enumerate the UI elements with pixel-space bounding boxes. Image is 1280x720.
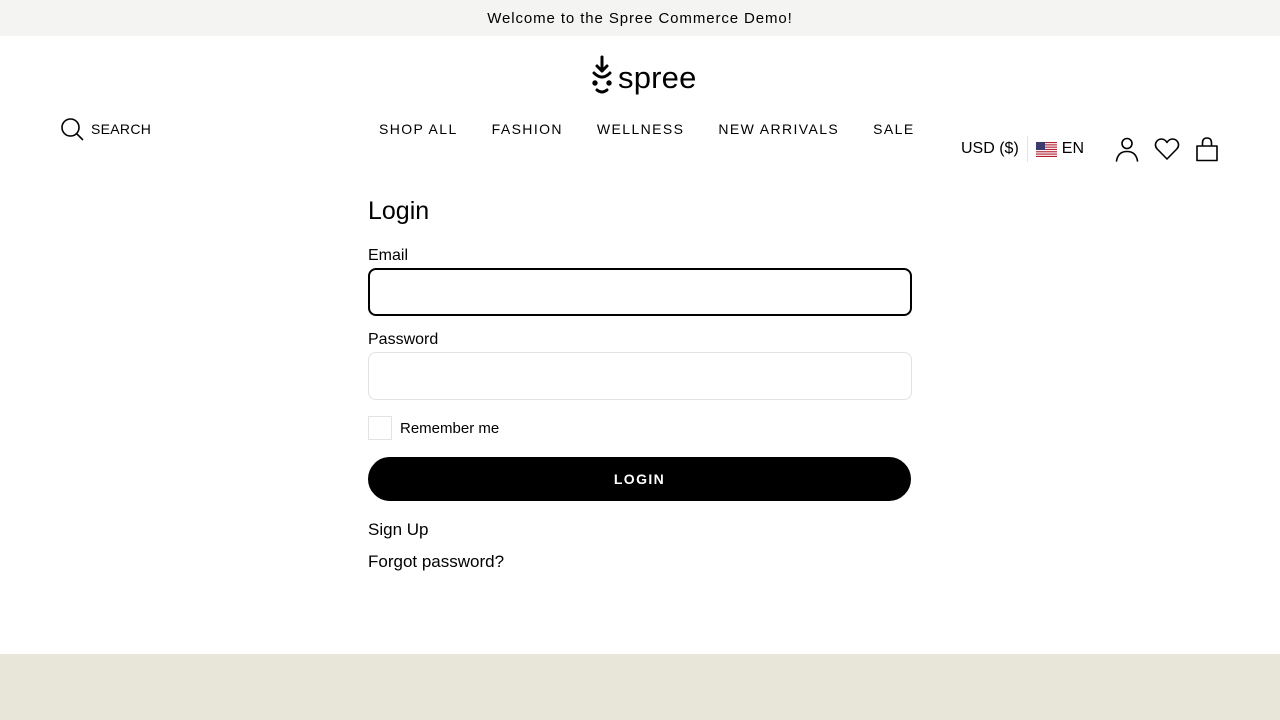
announcement-bar: Welcome to the Spree Commerce Demo! [0, 0, 1280, 36]
nav-item-shop-all[interactable]: SHOP ALL [379, 121, 458, 137]
login-form: Login Email Password Remember me LOGIN S… [368, 196, 912, 572]
account-icon [1115, 137, 1139, 162]
announcement-text: Welcome to the Spree Commerce Demo! [487, 9, 793, 27]
site-logo[interactable]: spree [590, 55, 697, 95]
email-field[interactable] [368, 268, 912, 316]
password-field[interactable] [368, 352, 912, 400]
login-button[interactable]: LOGIN [368, 457, 911, 501]
nav-item-wellness[interactable]: WELLNESS [597, 121, 684, 137]
language-selector[interactable]: EN [1035, 140, 1084, 158]
password-label: Password [368, 331, 439, 348]
remember-me-option[interactable]: Remember me [368, 416, 912, 440]
logo-text: spree [618, 59, 697, 95]
cart-button[interactable] [1194, 136, 1220, 162]
us-flag-icon [1035, 141, 1057, 157]
search-icon [61, 118, 84, 141]
wishlist-heart-icon [1154, 138, 1180, 160]
search-label: SEARCH [91, 121, 152, 137]
cart-bag-icon [1196, 137, 1218, 162]
page-title: Login [368, 197, 430, 225]
nav-item-new-arrivals[interactable]: NEW ARRIVALS [718, 121, 839, 137]
sign-up-link[interactable]: Sign Up [368, 520, 912, 540]
nav-item-sale[interactable]: SALE [873, 121, 914, 137]
header-utilities: USD ($) EN [961, 136, 1220, 162]
site-header: SEARCH spree SHOP ALL FASHION WELLNESS N… [0, 36, 1280, 162]
remember-me-checkbox[interactable] [368, 416, 392, 440]
nav-item-fashion[interactable]: FASHION [492, 121, 563, 137]
utility-divider [1026, 136, 1028, 162]
footer-band [0, 654, 1280, 720]
search-button[interactable]: SEARCH [60, 117, 151, 141]
email-label: Email [368, 247, 409, 264]
forgot-password-link[interactable]: Forgot password? [368, 552, 912, 572]
currency-selector[interactable]: USD ($) [961, 140, 1027, 158]
wishlist-button[interactable] [1154, 136, 1180, 162]
remember-me-label: Remember me [400, 419, 500, 437]
account-button[interactable] [1114, 136, 1140, 162]
spree-logo-mark-icon [592, 55, 612, 94]
language-code: EN [1061, 140, 1084, 157]
main-nav: SHOP ALL FASHION WELLNESS NEW ARRIVALS S… [379, 121, 915, 137]
